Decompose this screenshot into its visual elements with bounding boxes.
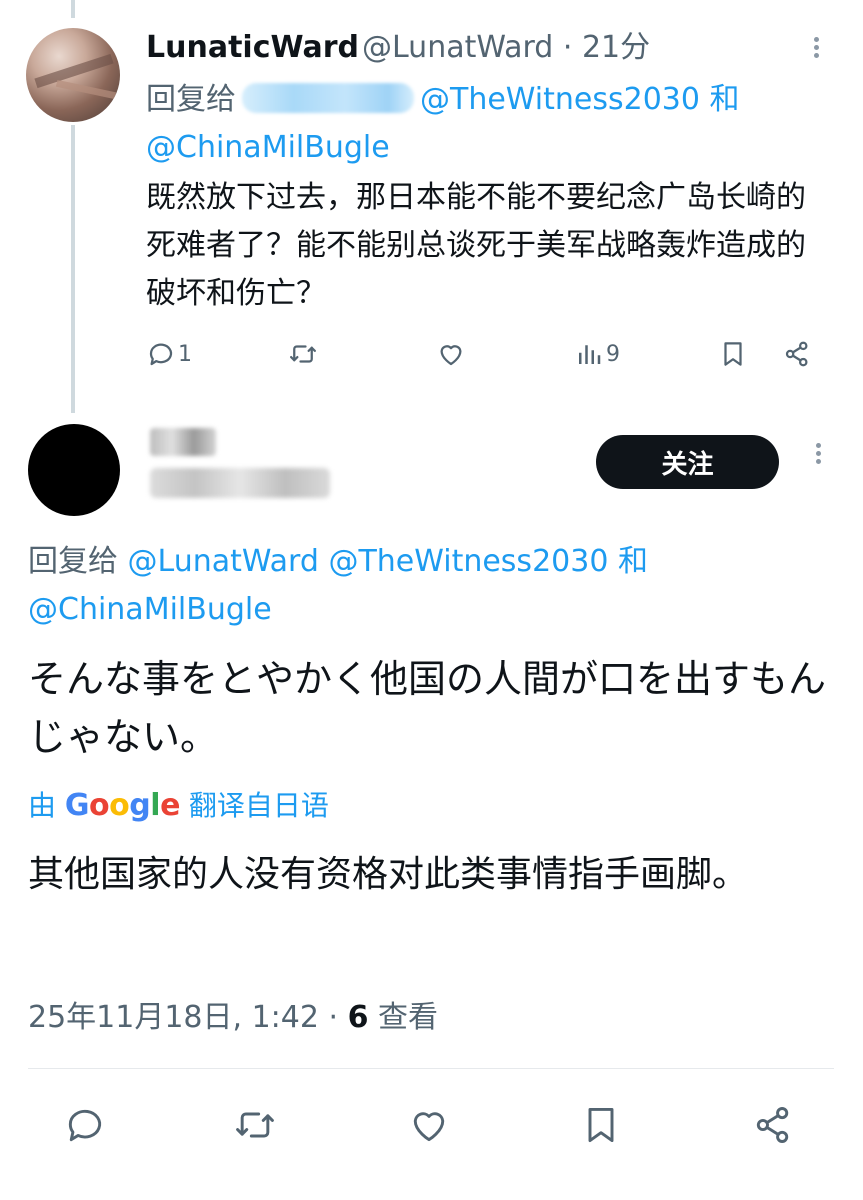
avatar[interactable] (28, 424, 120, 516)
mention-link[interactable]: @LunatWard (128, 544, 319, 579)
thread-line (71, 125, 75, 413)
follow-button[interactable]: 关注 (596, 435, 779, 489)
like-button[interactable] (404, 1100, 454, 1150)
views-button[interactable]: 9 (574, 334, 620, 374)
divider (28, 1068, 834, 1069)
reply-count: 1 (178, 341, 192, 367)
views-icon (579, 345, 601, 364)
reply-prefix: 回复给 (28, 544, 118, 579)
reply-icon (149, 343, 173, 366)
redacted-mention (242, 83, 414, 113)
more-icon[interactable] (808, 440, 828, 474)
avatar[interactable] (26, 28, 120, 122)
retweet-button[interactable] (288, 334, 318, 374)
conjunction: 和 (617, 544, 648, 579)
reply-button[interactable] (60, 1100, 110, 1150)
tweet-actions (28, 1100, 834, 1156)
redacted-handle (150, 468, 330, 498)
bookmark-button[interactable] (576, 1100, 626, 1150)
reply-context: 回复给 @LunatWard @TheWitness2030 和 @ChinaM… (28, 538, 828, 634)
retweet-icon (290, 345, 316, 363)
handle-time[interactable]: @LunatWard · 21分 (362, 28, 650, 68)
reply-button[interactable]: 1 (146, 334, 192, 374)
like-icon (440, 345, 462, 366)
share-button[interactable] (748, 1100, 798, 1150)
reply-prefix: 回复给 (146, 82, 236, 117)
retweet-button[interactable] (230, 1100, 280, 1150)
mention-link[interactable]: @ChinaMilBugle (28, 592, 272, 627)
like-icon (413, 1112, 445, 1142)
reply-context: 回复给 @TheWitness2030 和 @ChinaMilBugle (146, 76, 836, 172)
more-icon[interactable] (806, 34, 826, 68)
tweet-text: そんな事をとやかく他国の人間が口を出すもんじゃない。 (28, 657, 827, 759)
redacted-display-name (150, 428, 216, 456)
reply-icon (68, 1109, 102, 1142)
display-name[interactable]: LunaticWard (146, 28, 359, 68)
mention-link[interactable]: @TheWitness2030 (420, 82, 700, 117)
conjunction: 和 (709, 82, 740, 117)
translation-attribution[interactable]: 由 Google 翻译自日语 (28, 786, 329, 826)
mention-link[interactable]: @ChinaMilBugle (146, 130, 390, 165)
views-count: 6 (347, 1000, 369, 1035)
tweet-actions: 1 9 (146, 334, 826, 378)
bookmark-button[interactable] (718, 334, 748, 374)
share-icon (756, 1107, 789, 1143)
google-logo: Google (64, 788, 181, 823)
translated-text: 其他国家的人没有资格对此类事情指手画脚。 (28, 854, 749, 895)
translated-suffix: 翻译自日语 (188, 789, 329, 822)
tweet-meta: 25年11月18日, 1:42 · 6 查看 (28, 996, 438, 1040)
timestamp[interactable]: 25年11月18日, 1:42 · (28, 1000, 348, 1035)
bookmark-icon (588, 1107, 614, 1143)
like-button[interactable] (436, 334, 466, 374)
translated-prefix: 由 (28, 789, 57, 822)
share-button[interactable] (782, 334, 812, 374)
share-icon (785, 341, 808, 367)
views-count: 9 (606, 341, 620, 367)
views-label: 查看 (368, 1000, 438, 1035)
mention-link[interactable]: @TheWitness2030 (328, 544, 608, 579)
tweet-text: 既然放下过去，那日本能不能不要纪念广岛长崎的死难者了？能不能别总谈死于美军战略轰… (146, 180, 806, 311)
retweet-icon (236, 1112, 274, 1138)
bookmark-icon (724, 342, 742, 366)
thread-line (71, 0, 75, 18)
